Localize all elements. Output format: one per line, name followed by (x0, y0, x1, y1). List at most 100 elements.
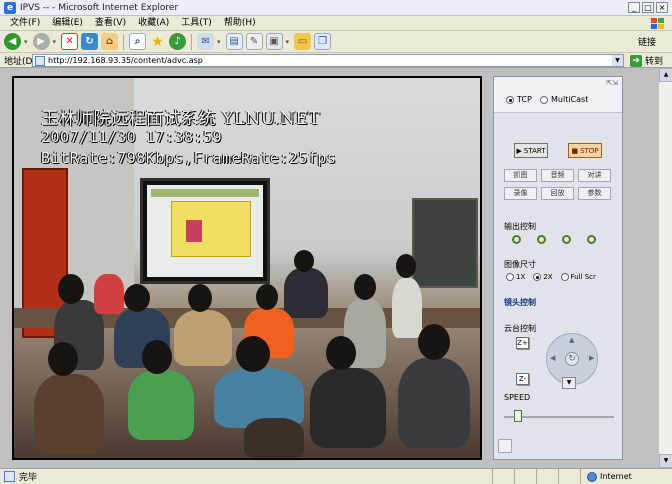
ptz-right-icon[interactable]: ▶ (589, 354, 594, 362)
address-url[interactable]: http://192.168.93.35/content/advc.asp (48, 56, 203, 65)
menu-tools[interactable]: 工具(T) (175, 16, 218, 31)
address-bar: 地址(D) http://192.168.93.35/content/advc.… (0, 53, 672, 68)
favorites-star-icon[interactable]: ★ (149, 33, 166, 50)
scroll-up-icon[interactable]: ▲ (659, 68, 672, 82)
menu-view[interactable]: 查看(V) (89, 16, 132, 31)
status-bar: 完毕 Internet (0, 468, 672, 484)
video-player[interactable]: 玉林师院远程面试系统 YLNU.NET 2007/11/30 17:38:59 … (12, 76, 482, 460)
scroll-down-icon[interactable]: ▼ (659, 454, 672, 468)
output-indicator-2[interactable] (537, 235, 546, 244)
minimize-button[interactable]: _ (628, 2, 640, 13)
status-text: 完毕 (19, 473, 38, 483)
ptz-left-icon[interactable]: ◀ (550, 354, 555, 362)
search-icon[interactable]: ⌕ (129, 33, 147, 50)
panel-footer-button[interactable] (498, 439, 512, 453)
links-label[interactable]: 链接 (638, 35, 656, 48)
media-icon[interactable]: ♪ (169, 33, 187, 50)
vertical-scrollbar[interactable]: ▲ ▼ (658, 68, 672, 468)
menu-file[interactable]: 文件(F) (4, 16, 46, 31)
ptz-control-label: 云台控制 (504, 324, 536, 333)
lens-control-link[interactable]: 镜头控制 (504, 297, 536, 308)
protocol-selector: TCP MultiCast ⇱⇲ (494, 77, 622, 113)
tcp-radio-icon[interactable] (506, 95, 514, 104)
audio-button[interactable]: 音频 (541, 169, 574, 182)
refresh-icon[interactable]: ↻ (81, 33, 99, 50)
ptz-up-icon[interactable]: ▲ (569, 336, 574, 344)
size-1x-radio-icon[interactable] (506, 273, 514, 281)
menu-favorites[interactable]: 收藏(A) (132, 16, 175, 31)
mail-dropdown-icon[interactable]: ▾ (217, 38, 221, 46)
zoom-in-button[interactable]: Z+ (516, 337, 529, 349)
stop-square-icon: ■ (571, 146, 579, 155)
image-size-options: 1X 2X Full Scr (506, 273, 596, 281)
address-input[interactable]: http://192.168.93.35/content/advc.asp ▼ (32, 54, 624, 67)
tcp-radio[interactable]: TCP (506, 95, 532, 104)
address-dropdown-icon[interactable]: ▼ (612, 55, 623, 66)
ptz-auto-icon[interactable]: ↻ (565, 352, 579, 366)
speed-slider-thumb[interactable] (514, 410, 523, 422)
output-indicator-1[interactable] (512, 235, 521, 244)
stop-button[interactable]: ■ STOP (568, 143, 602, 158)
multicast-radio-icon[interactable] (540, 95, 548, 104)
toolbar-separator (123, 33, 125, 50)
page-icon (35, 55, 45, 66)
size-2x-radio-icon[interactable] (533, 273, 542, 281)
multicast-label: MultiCast (551, 95, 589, 104)
menu-bar: 文件(F) 编辑(E) 查看(V) 收藏(A) 工具(T) 帮助(H) (0, 16, 672, 31)
expand-arrows-icon[interactable]: ⇱⇲ (606, 79, 618, 87)
maximize-button[interactable]: □ (642, 2, 654, 13)
settings-button[interactable]: 参数 (578, 187, 611, 200)
menu-edit[interactable]: 编辑(E) (46, 16, 89, 31)
function-buttons: 抓图 音频 对讲 录像 回放 参数 (504, 169, 614, 200)
image-size-label: 图像尺寸 (504, 260, 536, 269)
speed-label: SPEED (504, 393, 531, 402)
video-overlay-title: 玉林师院远程面试系统 YLNU.NET (41, 109, 321, 129)
person (392, 278, 422, 338)
record-button[interactable]: 录像 (504, 187, 537, 200)
go-button[interactable]: ➜ 转到 (630, 54, 663, 67)
output-indicator-3[interactable] (562, 235, 571, 244)
edit-icon[interactable]: ✎ (245, 33, 263, 50)
messenger-icon[interactable]: ❐ (314, 33, 332, 50)
person (128, 370, 194, 440)
back-dropdown-icon[interactable]: ▾ (24, 38, 28, 46)
size-2x-radio[interactable]: 2X (533, 273, 553, 281)
size-1x-radio[interactable]: 1X (506, 273, 525, 281)
internet-globe-icon (587, 471, 597, 482)
mail-icon[interactable]: ✉ (197, 33, 215, 50)
playback-button[interactable]: 回放 (541, 187, 574, 200)
output-indicators (512, 235, 596, 244)
person (244, 418, 304, 458)
multicast-radio[interactable]: MultiCast (540, 95, 588, 104)
discuss-icon[interactable]: ▣ (265, 33, 283, 50)
person (174, 310, 232, 366)
forward-dropdown-icon[interactable]: ▾ (53, 38, 57, 46)
start-button[interactable]: ▶ START (514, 143, 548, 158)
person (398, 358, 470, 448)
back-icon[interactable]: ◀ (4, 33, 21, 50)
zoom-out-button[interactable]: Z- (516, 373, 529, 385)
size-fullscreen-radio[interactable]: Full Scr (560, 273, 596, 281)
stop-icon[interactable]: ✕ (61, 33, 79, 50)
intercom-button[interactable]: 对讲 (578, 169, 611, 182)
discuss-dropdown-icon[interactable]: ▾ (286, 38, 290, 46)
home-icon[interactable]: ⌂ (101, 33, 119, 50)
size-fullscreen-radio-icon[interactable] (560, 273, 569, 281)
forward-icon[interactable]: ▶ (32, 33, 50, 50)
windows-logo-icon (651, 18, 664, 29)
print-icon[interactable]: ▤ (225, 33, 243, 50)
toolbar: ◀ ▾ ▶ ▾ ✕ ↻ ⌂ ⌕ ★ ♪ ✉ ▾ ▤ ✎ ▣ ▾ ▭ ❐ 链接 (0, 31, 672, 53)
control-panel: TCP MultiCast ⇱⇲ ▶ START ■ STOP 抓图 音频 对讲… (493, 76, 623, 460)
zone-label: Internet (600, 472, 632, 481)
toolbar-separator (191, 33, 193, 50)
snapshot-button[interactable]: 抓图 (504, 169, 537, 182)
output-indicator-4[interactable] (587, 235, 596, 244)
folder-icon[interactable]: ▭ (294, 33, 312, 50)
security-zone: Internet (580, 469, 672, 484)
ptz-down-button[interactable]: ▼ (562, 377, 576, 389)
menu-help[interactable]: 帮助(H) (218, 16, 262, 31)
close-button[interactable]: × (656, 2, 668, 13)
tcp-label: TCP (517, 95, 532, 104)
projector-screen (140, 178, 270, 284)
play-icon: ▶ (516, 146, 522, 155)
